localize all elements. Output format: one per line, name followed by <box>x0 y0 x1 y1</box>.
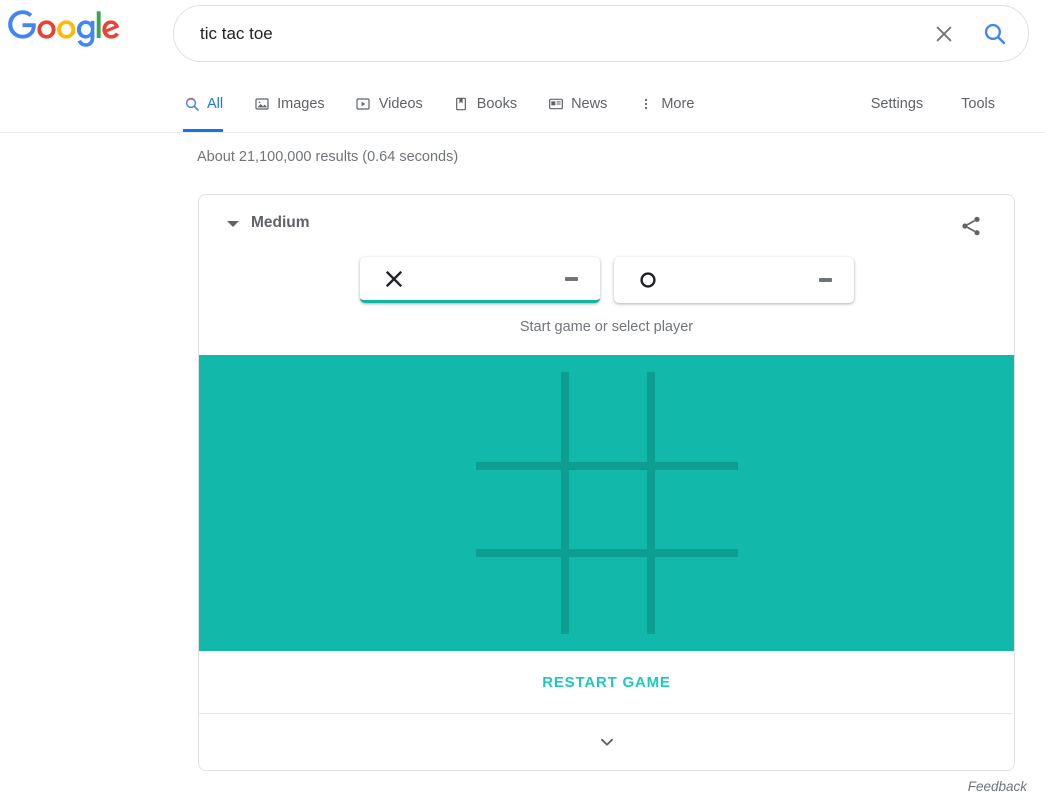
results-count: About 21,100,000 results (0.64 seconds) <box>197 149 459 165</box>
video-icon <box>355 96 372 113</box>
tab-label: More <box>661 96 695 112</box>
share-icon <box>962 216 980 236</box>
restart-game-button[interactable]: RESTART GAME <box>199 651 1014 714</box>
search-icon <box>984 23 1005 45</box>
o-mark-icon <box>636 268 660 292</box>
search-icon <box>183 96 200 113</box>
board-cell-1-0[interactable] <box>476 468 559 555</box>
google-logo-svg <box>8 10 120 47</box>
nav-right-actions: Settings Tools <box>871 84 1045 124</box>
player-o-score <box>818 278 832 282</box>
player-card-o[interactable] <box>613 257 854 303</box>
tic-tac-toe-card: Medium Start game or select player RESTA… <box>198 194 1015 771</box>
page-header: All Images Videos <box>0 0 1045 133</box>
clear-search-button[interactable] <box>922 12 966 56</box>
board-cell-0-2[interactable] <box>655 370 738 457</box>
tab-books[interactable]: Books <box>453 84 533 124</box>
tab-label: All <box>207 96 224 112</box>
player-x-score <box>564 276 578 281</box>
tab-images[interactable]: Images <box>253 84 341 124</box>
board-cell-0-1[interactable] <box>566 370 649 457</box>
board-cell-0-0[interactable] <box>476 370 559 457</box>
news-icon <box>547 96 564 113</box>
close-icon <box>936 26 952 41</box>
search-bar[interactable] <box>173 5 1029 62</box>
board-cell-2-1[interactable] <box>566 555 649 642</box>
tab-news[interactable]: News <box>547 84 623 124</box>
chevron-down-icon <box>600 738 613 746</box>
difficulty-label: Medium <box>251 214 310 231</box>
caret-down-icon <box>227 221 239 227</box>
tab-label: News <box>571 96 608 112</box>
restart-game-label: RESTART GAME <box>542 673 671 691</box>
board-cell-2-2[interactable] <box>655 555 738 642</box>
game-board[interactable] <box>199 355 1014 651</box>
expand-card-button[interactable] <box>199 714 1014 770</box>
tools-button[interactable]: Tools <box>961 96 995 112</box>
tab-label: Images <box>277 96 325 112</box>
tab-videos[interactable]: Videos <box>355 84 439 124</box>
tab-more[interactable]: More <box>637 84 710 124</box>
player-card-x[interactable] <box>359 257 600 303</box>
board-cell-1-1[interactable] <box>566 468 649 555</box>
feedback-link[interactable]: Feedback <box>968 779 1027 794</box>
more-vertical-icon <box>637 96 654 113</box>
settings-button[interactable]: Settings <box>871 96 923 112</box>
tab-label: Books <box>476 96 518 112</box>
game-card-top: Medium Start game or select player <box>199 195 1014 355</box>
tab-all[interactable]: All <box>183 84 239 132</box>
board-cell-1-2[interactable] <box>655 468 738 555</box>
x-mark-icon <box>382 267 406 291</box>
tab-label: Videos <box>378 96 423 112</box>
player-selector <box>199 257 1014 303</box>
search-nav-tabs: All Images Videos Books News More Settin… <box>183 84 1045 133</box>
game-status-text: Start game or select player <box>519 319 694 335</box>
share-button[interactable] <box>954 209 988 243</box>
search-input[interactable] <box>174 6 922 61</box>
board-grid <box>475 370 738 634</box>
search-submit-button[interactable] <box>966 12 1022 56</box>
book-icon <box>453 96 470 113</box>
difficulty-selector[interactable]: Medium <box>227 214 310 232</box>
google-logo[interactable] <box>8 10 120 58</box>
image-icon <box>253 96 270 113</box>
board-cell-2-0[interactable] <box>476 555 559 642</box>
